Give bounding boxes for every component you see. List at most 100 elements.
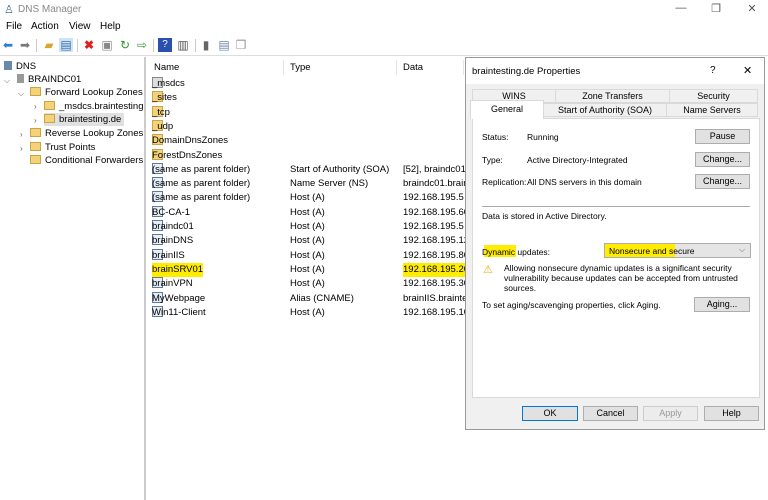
chevron-right-icon[interactable]: › [34,116,37,125]
minimize-button[interactable]: — [671,2,691,16]
tree-node-braintesting-zone[interactable]: braintesting.de [44,113,125,126]
table-row[interactable]: BC-CA-1 Host (A) 192.168.195.60 [152,205,469,220]
close-button[interactable]: ✕ [742,2,762,16]
tab-zone-transfers[interactable]: Zone Transfers [555,89,670,103]
dns-icon [4,61,12,70]
forward-icon[interactable]: ➡ [18,38,32,52]
delete-icon[interactable]: ✖ [82,38,96,52]
tab-soa[interactable]: Start of Authority (SOA) [543,103,667,117]
row-type: Host (A) [290,263,325,275]
aging-button[interactable]: Aging... [694,297,750,312]
table-row[interactable]: brainDNS Host (A) 192.168.195.120 [152,234,474,248]
row-name: _sites [152,92,177,104]
change-replication-button[interactable]: Change... [695,174,750,189]
menu-view[interactable]: View [69,21,91,32]
row-name: _msdcs [152,78,185,89]
ok-button[interactable]: OK [522,406,578,421]
table-row[interactable]: brainSRV01 Host (A) 192.168.195.200 [152,262,481,277]
cancel-button[interactable]: Cancel [583,406,638,421]
row-type: Start of Authority (SOA) [290,163,390,175]
table-row[interactable]: _msdcs [152,77,464,91]
table-row[interactable]: _tcp [152,105,464,120]
row-data: 192.168.195.120 [403,235,475,247]
column-header-name[interactable]: Name [148,60,284,75]
warning-icon: ⚠ [483,264,493,276]
table-row[interactable]: (same as parent folder) Host (A) 192.168… [152,191,464,205]
menu-file[interactable]: File [6,21,22,32]
general-tab-panel: Status: Running Pause Type: Active Direc… [472,118,760,398]
chevron-down-icon[interactable]: ⌵ [18,89,24,99]
window-title: DNS Manager [18,4,82,15]
menu-help[interactable]: Help [100,21,121,32]
row-name: brainSRV01 [152,262,204,277]
up-folder-icon[interactable]: ▰ [42,38,56,52]
tree-node-server[interactable]: BRAINDC01 [17,73,81,86]
action-pane-icon[interactable]: ▥ [176,38,190,52]
column-header-type[interactable]: Type [285,60,397,75]
dialog-close-button[interactable]: ✕ [743,64,752,77]
row-type: Host (A) [290,235,325,247]
server-icon[interactable]: ▮ [199,38,213,52]
tab-name-servers[interactable]: Name Servers [666,103,758,117]
tree-node-reverse-lookup-zones[interactable]: Reverse Lookup Zones [30,127,143,140]
tree-node-forward-lookup-zones[interactable]: Forward Lookup Zones [30,86,143,99]
chevron-down-icon[interactable]: ⌵ [4,76,10,86]
row-data: 192.168.195.5 [403,192,464,204]
aging-text: To set aging/scavenging properties, clic… [482,300,661,310]
help-icon[interactable]: ? [158,38,172,52]
tree-node-trust-points[interactable]: Trust Points [30,141,95,154]
dynamic-updates-select[interactable]: Nonsecure and secure ⌵ [604,243,751,258]
chevron-right-icon[interactable]: › [34,102,37,111]
chevron-right-icon[interactable]: › [20,144,23,153]
refresh-icon[interactable]: ↻ [118,38,132,52]
row-name: ForestDnsZones [152,149,223,161]
properties-icon[interactable]: ▣ [100,38,114,52]
table-row[interactable]: DomainDnsZones [152,134,464,148]
table-row[interactable]: brainIIS Host (A) 192.168.195.80 [152,248,469,263]
export-icon[interactable]: ⇨ [135,38,149,52]
row-name: (same as parent folder) [152,192,251,204]
table-row[interactable]: _sites [152,91,464,105]
record-icon[interactable]: ▤ [217,38,231,52]
table-row[interactable]: brainVPN Host (A) 192.168.195.30 [152,277,469,291]
tree-node-dns[interactable]: DNS [4,60,36,73]
pause-button[interactable]: Pause [695,129,750,144]
table-row[interactable]: _udp [152,119,464,134]
table-row[interactable]: Win11-Client Host (A) 192.168.195.100 [152,305,474,320]
help-button[interactable]: Help [704,406,759,421]
table-row[interactable]: (same as parent folder) Start of Authori… [152,162,469,177]
tree-node-conditional-forwarders[interactable]: Conditional Forwarders [30,154,143,167]
tree-node-msdcs-zone[interactable]: _msdcs.braintesting.de [44,100,144,113]
column-header-data[interactable]: Data [398,60,464,75]
table-row[interactable]: MyWebpage Alias (CNAME) brainIIS.brainte… [152,291,472,306]
dialog-title: braintesting.de Properties [472,66,581,77]
row-type: Host (A) [290,192,325,204]
row-name: (same as parent folder) [152,178,251,190]
row-type: Host (A) [290,278,325,290]
table-row[interactable]: braindc01 Host (A) 192.168.195.5 [152,220,464,234]
table-row[interactable]: (same as parent folder) Name Server (NS)… [152,177,469,191]
table-row[interactable]: ForestDnsZones [152,148,464,163]
row-type: Host (A) [290,206,325,218]
row-name: (same as parent folder) [152,163,251,175]
row-name: _tcp [152,106,170,118]
back-icon[interactable]: ⬅ [1,38,15,52]
dialog-help-button[interactable]: ? [710,65,716,76]
change-type-button[interactable]: Change... [695,152,750,167]
row-name: _udp [152,120,174,132]
copy-record-icon[interactable]: ❐ [234,38,248,52]
menu-action[interactable]: Action [31,21,59,32]
tab-general[interactable]: General [470,100,544,119]
chevron-right-icon[interactable]: › [20,130,23,139]
tab-security[interactable]: Security [669,89,758,103]
row-data: 192.168.195.5 [403,221,464,232]
maximize-button[interactable]: ❐ [706,2,726,16]
row-name: brainDNS [152,235,194,247]
show-hide-tree-icon[interactable]: ▤ [59,38,73,52]
tree-pane: DNS ⌵ BRAINDC01 ⌵ Forward Lookup Zones ›… [0,57,146,500]
menu-bar: File Action View Help [0,19,768,35]
row-data: 192.168.195.100 [403,306,475,318]
dns-app-icon: ♙ [4,4,14,16]
zone-icon [44,114,55,123]
apply-button[interactable]: Apply [643,406,698,421]
